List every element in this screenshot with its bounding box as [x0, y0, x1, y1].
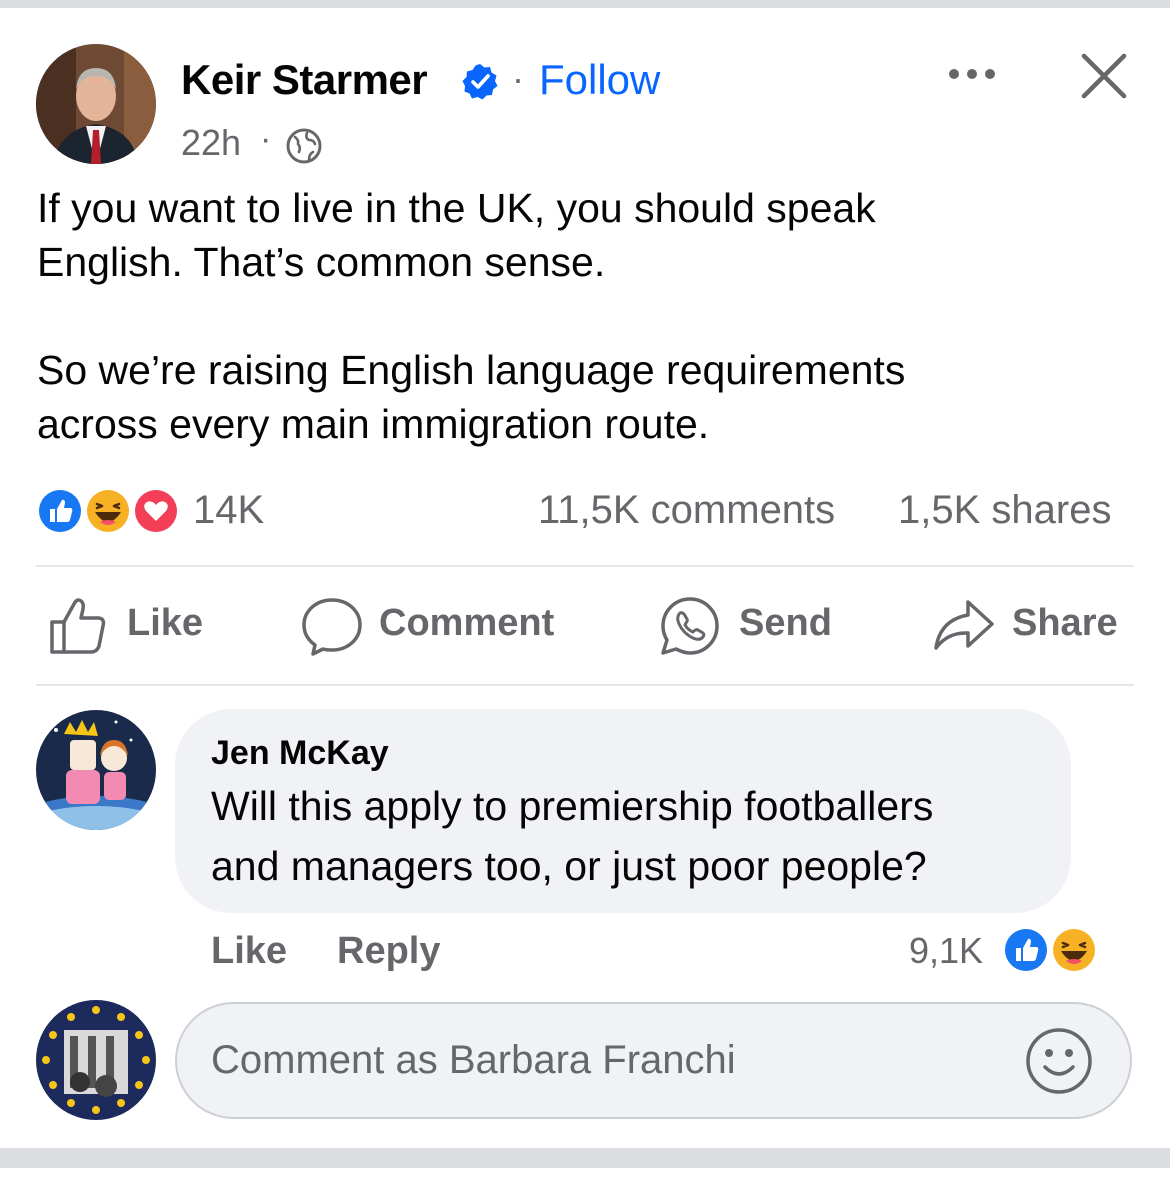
- love-reaction-icon: [132, 487, 180, 535]
- reaction-count[interactable]: 14K: [193, 488, 264, 533]
- globe-icon: [286, 128, 322, 164]
- divider: [36, 684, 1134, 686]
- post-text-line: If you want to live in the UK, you shoul…: [37, 185, 876, 231]
- close-icon[interactable]: [1080, 52, 1128, 100]
- meta-separator: ·: [260, 120, 272, 158]
- share-button-label: Share: [1012, 602, 1118, 644]
- like-reaction-icon: [1002, 926, 1050, 974]
- divider: [36, 565, 1134, 567]
- post-timestamp[interactable]: 22h: [181, 122, 241, 164]
- top-separator-bar: [0, 0, 1170, 8]
- comment-text: Will this apply to premiership footballe…: [211, 776, 933, 896]
- send-button[interactable]: Send: [658, 594, 848, 658]
- like-reaction-icon: [36, 487, 84, 535]
- verified-badge-icon: [462, 64, 498, 100]
- shares-count[interactable]: 1,5K shares: [898, 488, 1111, 533]
- send-button-label: Send: [739, 602, 832, 644]
- smiley-icon[interactable]: [1024, 1026, 1094, 1096]
- thumbs-up-icon: [50, 598, 106, 654]
- post-text-line: English. That’s common sense.: [37, 239, 606, 285]
- commenter-avatar[interactable]: [36, 710, 156, 830]
- comment-text-line: and managers too, or just poor people?: [211, 843, 927, 889]
- comment-reaction-icons[interactable]: [1000, 924, 1100, 976]
- speech-bubble-icon: [302, 598, 362, 656]
- bottom-separator-bar: [0, 1148, 1170, 1168]
- comment-like-button[interactable]: Like: [211, 930, 287, 973]
- post-text-paragraph-1: If you want to live in the UK, you shoul…: [37, 181, 876, 289]
- comments-count[interactable]: 11,5K comments: [538, 488, 835, 533]
- author-avatar[interactable]: [36, 44, 156, 164]
- comment-text-line: Will this apply to premiership footballe…: [211, 783, 934, 829]
- whatsapp-icon: [661, 597, 719, 655]
- comment-reply-button[interactable]: Reply: [337, 930, 440, 973]
- post-text-line: So we’re raising English language requir…: [37, 347, 906, 393]
- haha-reaction-icon: [84, 487, 132, 535]
- share-arrow-icon: [934, 600, 994, 650]
- current-user-avatar[interactable]: [36, 1000, 156, 1120]
- follow-button[interactable]: Follow: [539, 56, 660, 104]
- comment-button-label: Comment: [379, 602, 555, 644]
- comment-author[interactable]: Jen McKay: [211, 734, 389, 773]
- share-button[interactable]: Share: [932, 594, 1132, 658]
- post-text-line: across every main immigration route.: [37, 401, 710, 447]
- haha-reaction-icon: [1050, 926, 1098, 974]
- follow-separator: ·: [512, 58, 524, 99]
- comment-button[interactable]: Comment: [300, 594, 570, 658]
- reaction-summary-icons[interactable]: [36, 485, 182, 537]
- comment-reaction-count[interactable]: 9,1K: [909, 930, 983, 972]
- like-button-label: Like: [127, 602, 204, 644]
- author-name[interactable]: Keir Starmer: [181, 56, 428, 104]
- like-button[interactable]: Like: [48, 594, 208, 658]
- comment-input-placeholder: Comment as Barbara Franchi: [211, 1038, 736, 1082]
- more-options-icon[interactable]: [944, 60, 1000, 88]
- post-text-paragraph-2: So we’re raising English language requir…: [37, 343, 905, 451]
